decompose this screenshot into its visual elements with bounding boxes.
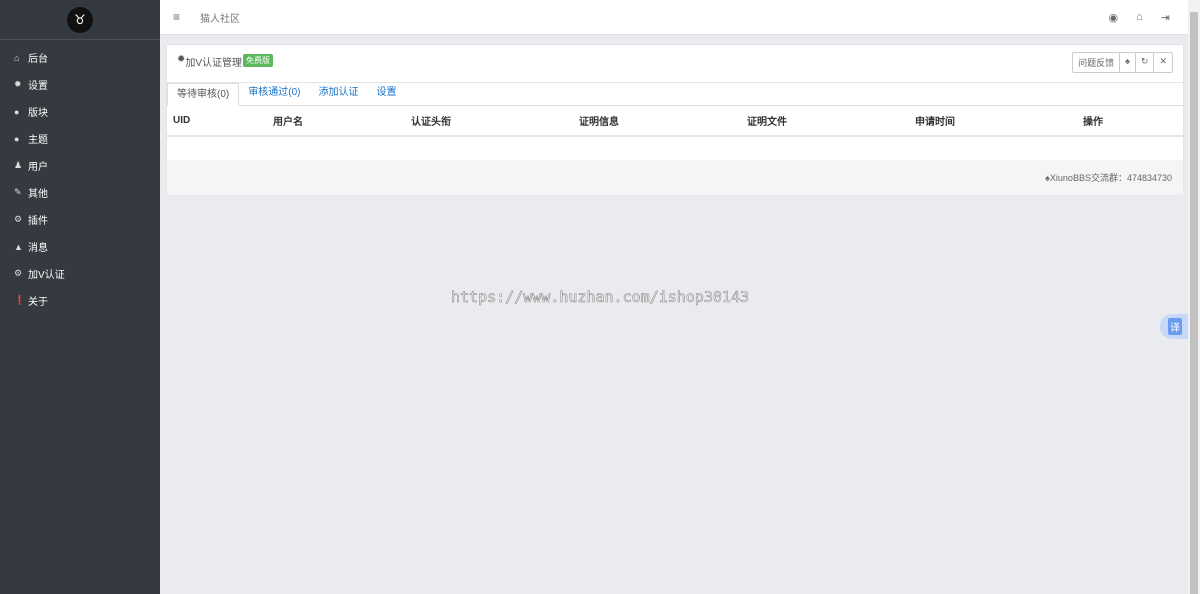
col-title: 认证头衔 bbox=[405, 106, 573, 137]
close-button[interactable]: ✕ bbox=[1153, 53, 1172, 72]
card-title: 加V认证管理 bbox=[185, 58, 243, 69]
scrollbar-thumb[interactable] bbox=[1190, 12, 1198, 594]
tab-approved[interactable]: 审核通过(0) bbox=[239, 82, 309, 105]
sidebar-item-4[interactable]: ♟ 用户 bbox=[0, 152, 160, 179]
sidebar-item-6[interactable]: ⚙ 插件 bbox=[0, 206, 160, 233]
qq-button[interactable]: ♠ bbox=[1119, 53, 1135, 72]
wrench-icon: ✎ bbox=[14, 187, 22, 197]
sidebar-item-1[interactable]: ✹ 设置 bbox=[0, 71, 160, 98]
menu-icon[interactable]: ≡ bbox=[173, 10, 180, 24]
feedback-button[interactable]: 问题反馈 bbox=[1073, 53, 1119, 72]
watermark: https://www.huzhan.com/ishop30143 bbox=[451, 288, 750, 307]
cogs-icon: ⚙ bbox=[14, 268, 23, 278]
plugin-card: ✹ 加V认证管理 免费版 问题反馈 ♠ ↻ ✕ 等待审核(0) 审核通过(0) … bbox=[166, 44, 1184, 195]
verification-table: UID 用户名 认证头衔 证明信息 证明文件 申请时间 操作 bbox=[167, 106, 1183, 160]
logo[interactable]: ♉ bbox=[0, 0, 160, 40]
col-actions: 操作 bbox=[1077, 106, 1183, 137]
comment-icon: ● bbox=[14, 133, 20, 144]
user-icon: ♟ bbox=[14, 160, 23, 170]
col-username: 用户名 bbox=[267, 106, 405, 137]
col-uid: UID bbox=[167, 106, 267, 137]
tab-settings[interactable]: 设置 bbox=[367, 82, 405, 105]
tab-pending[interactable]: 等待审核(0) bbox=[167, 83, 240, 106]
logout-icon[interactable]: ⇥ bbox=[1161, 11, 1170, 24]
scrollbar[interactable] bbox=[1188, 0, 1200, 594]
home-icon[interactable]: ⌂ bbox=[1136, 11, 1143, 24]
sidebar-item-9[interactable]: ❗ 关于 bbox=[0, 287, 160, 314]
gear-icon: ✹ bbox=[177, 54, 186, 65]
sidebar-item-0[interactable]: ⌂ 后台 bbox=[0, 44, 160, 71]
sidebar-item-8[interactable]: ⚙ 加V认证 bbox=[0, 260, 160, 287]
sidebar-item-label: 插件 bbox=[28, 216, 48, 227]
qq-group-text: XiunoBBS交流群：474834730 bbox=[1049, 173, 1172, 183]
refresh-button[interactable]: ↻ bbox=[1134, 53, 1154, 72]
sidebar-item-label: 用户 bbox=[28, 162, 48, 173]
comment-icon: ● bbox=[14, 106, 20, 117]
translate-icon: 译 bbox=[1168, 318, 1182, 335]
logo-icon: ♉ bbox=[67, 6, 93, 33]
sidebar-item-label: 后台 bbox=[28, 54, 48, 65]
sidebar-item-label: 主题 bbox=[28, 135, 48, 146]
sidebar-item-5[interactable]: ✎ 其他 bbox=[0, 179, 160, 206]
sidebar-item-label: 其他 bbox=[28, 189, 48, 200]
sidebar-item-2[interactable]: ● 版块 bbox=[0, 98, 160, 125]
sidebar-item-label: 版块 bbox=[28, 108, 48, 119]
info-icon: ❗ bbox=[14, 295, 26, 305]
sidebar-item-7[interactable]: ▲ 消息 bbox=[0, 233, 160, 260]
gear-icon: ✹ bbox=[14, 79, 22, 89]
sidebar-item-label: 消息 bbox=[28, 243, 48, 254]
tab-add[interactable]: 添加认证 bbox=[309, 82, 367, 105]
col-apply-time: 申请时间 bbox=[909, 106, 1077, 137]
sidebar-item-3[interactable]: ● 主题 bbox=[0, 125, 160, 152]
sidebar-item-label: 设置 bbox=[28, 81, 48, 92]
topbar: ≡ 猫人社区 ◉ ⌂ ⇥ bbox=[160, 0, 1188, 35]
free-badge: 免费版 bbox=[243, 54, 274, 67]
sidebar: ♉ ⌂ 后台 ✹ 设置 ● 版块 ● 主题 ♟ 用户 ✎ 其他 ⚙ 插件 ▲ 消息 ⚙ 加V认证 ❗ 关于 bbox=[0, 0, 160, 594]
home-icon: ⌂ bbox=[14, 52, 20, 63]
sidebar-item-label: 关于 bbox=[28, 297, 48, 308]
bell-icon: ▲ bbox=[14, 241, 23, 252]
avatar-icon[interactable]: ◉ bbox=[1109, 11, 1119, 24]
sidebar-item-label: 加V认证 bbox=[28, 270, 65, 281]
cogs-icon: ⚙ bbox=[14, 214, 23, 224]
col-proof-file: 证明文件 bbox=[741, 106, 909, 137]
site-title[interactable]: 猫人社区 bbox=[200, 10, 240, 25]
col-proof-info: 证明信息 bbox=[573, 106, 741, 137]
